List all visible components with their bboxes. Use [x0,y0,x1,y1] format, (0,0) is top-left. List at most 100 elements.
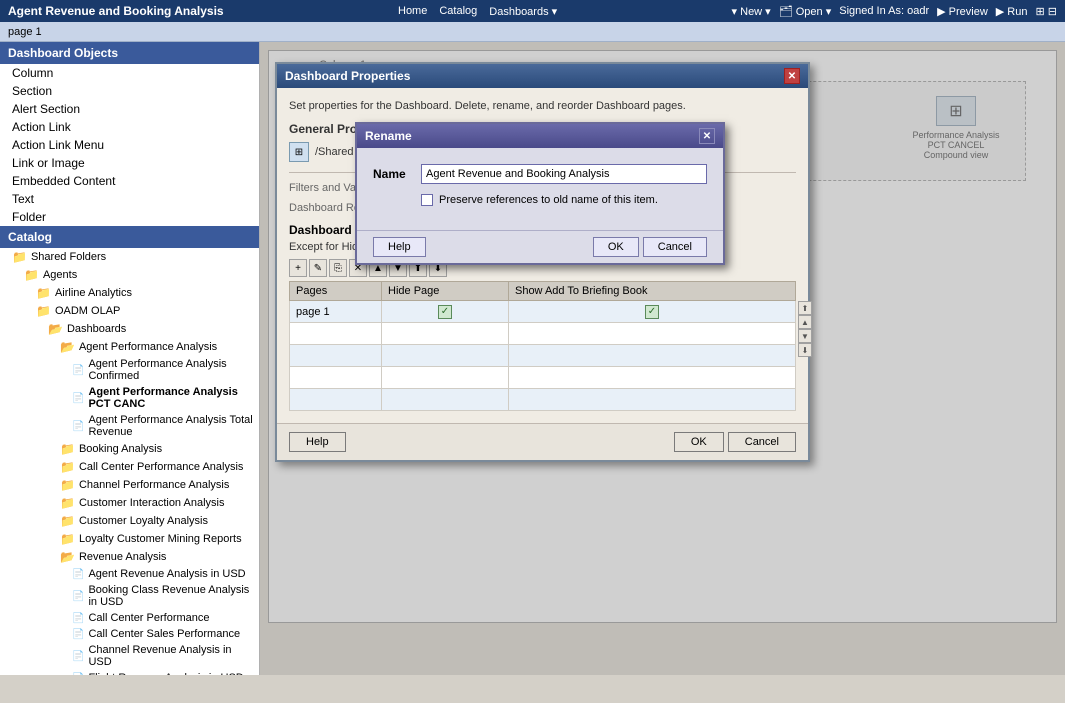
run-button[interactable]: ▶ Run [996,5,1028,18]
catalog-oadm-olap[interactable]: 📁OADM OLAP [32,302,259,320]
hide-page-cell2 [382,323,509,345]
preserve-label: Preserve references to old name of this … [439,194,658,206]
main-layout: Dashboard Objects Column Section Alert S… [0,42,1065,675]
pages-table: Pages Hide Page Show Add To Briefing Boo… [289,281,796,411]
name-row: Name [373,164,707,184]
catalog-customer-interaction[interactable]: 📁Customer Interaction Analysis [56,494,259,512]
briefing-cell[interactable]: ✓ [508,301,795,323]
catalog-call-center-sales[interactable]: 📄Call Center Sales Performance [68,626,259,642]
catalog-channel-perf[interactable]: 📁Channel Performance Analysis [56,476,259,494]
rename-btn-group: OK Cancel [593,237,707,257]
page-name-cell2 [290,323,382,345]
content-area: Column 1 Section 1 ⊞ Performance Analysi… [260,42,1065,675]
sidebar-item-text[interactable]: Text [0,190,259,208]
catalog-dashboards[interactable]: 📂Dashboards [44,320,259,338]
nav-catalog[interactable]: Catalog [439,5,477,17]
app-title: Agent Revenue and Booking Analysis [8,4,224,18]
catalog-shared-folders[interactable]: 📁Shared Folders [8,248,259,266]
pages-edit-btn[interactable]: ✎ [309,259,327,277]
name-input[interactable] [421,164,707,184]
hide-page-cell[interactable]: ✓ [382,301,509,323]
sidebar-item-section[interactable]: Section [0,82,259,100]
top-right-actions: ▾ New ▾ 🗂 Open ▾ Signed In As: oadr ▶ Pr… [732,5,1057,18]
path-icon: ⊞ [289,142,309,162]
top-nav: Home Catalog Dashboards ▾ [398,5,557,18]
dashboard-objects-header: Dashboard Objects [0,42,259,64]
rename-title-bar: Rename ✕ [357,124,723,148]
pages-col-header: Pages [290,282,382,301]
dashboard-properties-footer: Help OK Cancel [277,423,808,460]
catalog-header: Catalog [0,226,259,248]
dashboard-properties-desc: Set properties for the Dashboard. Delete… [289,100,796,112]
top-bar: Agent Revenue and Booking Analysis Home … [0,0,1065,22]
sidebar-item-action-link[interactable]: Action Link [0,118,259,136]
sidebar-item-alert-section[interactable]: Alert Section [0,100,259,118]
hide-page-cell3 [382,345,509,367]
scroll-arrows: ⬆ ▲ ▼ ⬇ [798,301,812,357]
scroll-down[interactable]: ▼ [798,329,812,343]
briefing-checkbox[interactable]: ✓ [645,305,659,319]
briefing-cell2 [508,323,795,345]
sidebar-item-embedded-content[interactable]: Embedded Content [0,172,259,190]
open-button[interactable]: 🗂 Open ▾ [779,5,832,18]
sidebar-item-action-link-menu[interactable]: Action Link Menu [0,136,259,154]
table-row [290,345,796,367]
catalog-agent-perf-pct-canc[interactable]: 📄Agent Performance Analysis PCT CANC [68,384,259,412]
properties-help-button[interactable]: Help [289,432,346,452]
rename-body: Name Preserve references to old name of … [357,148,723,230]
page-name-cell5 [290,389,382,411]
catalog-flight-rev-usd[interactable]: 📄Flight Revenue Analysis in USD [68,670,259,675]
catalog-channel-rev-usd[interactable]: 📄Channel Revenue Analysis in USD [68,642,259,670]
catalog-revenue-analysis[interactable]: 📂Revenue Analysis [56,548,259,566]
sidebar-item-link-or-image[interactable]: Link or Image [0,154,259,172]
catalog-booking-analysis[interactable]: 📁Booking Analysis [56,440,259,458]
rename-close-button[interactable]: ✕ [699,128,715,144]
sidebar-item-folder[interactable]: Folder [0,208,259,226]
nav-home[interactable]: Home [398,5,427,17]
properties-cancel-button[interactable]: Cancel [728,432,796,452]
catalog-airline-analytics[interactable]: 📁Airline Analytics [32,284,259,302]
scroll-down-bottom[interactable]: ⬇ [798,343,812,357]
briefing-cell3 [508,345,795,367]
hide-checkbox[interactable]: ✓ [438,305,452,319]
rename-help-button[interactable]: Help [373,237,426,257]
catalog-call-center-perf2[interactable]: 📄Call Center Performance [68,610,259,626]
rename-footer: Help OK Cancel [357,230,723,263]
preview-button[interactable]: ▶ Preview [937,5,988,18]
briefing-cell5 [508,389,795,411]
sidebar-item-column[interactable]: Column [0,64,259,82]
rename-ok-button[interactable]: OK [593,237,639,257]
page-name-cell: page 1 [290,301,382,323]
scroll-up[interactable]: ▲ [798,315,812,329]
name-label: Name [373,167,413,181]
rename-cancel-button[interactable]: Cancel [643,237,707,257]
scroll-up-top[interactable]: ⬆ [798,301,812,315]
new-button[interactable]: ▾ New ▾ [732,5,771,18]
catalog-agent-perf[interactable]: 📂Agent Performance Analysis [56,338,259,356]
briefing-col-header: Show Add To Briefing Book [508,282,795,301]
sidebar: Dashboard Objects Column Section Alert S… [0,42,260,675]
pages-copy-btn[interactable]: ⎘ [329,259,347,277]
catalog-agents[interactable]: 📁Agents [20,266,259,284]
hide-page-col-header: Hide Page [382,282,509,301]
catalog-call-center-perf[interactable]: 📁Call Center Performance Analysis [56,458,259,476]
signed-in-label: Signed In As: oadr [839,5,929,17]
catalog-customer-loyalty[interactable]: 📁Customer Loyalty Analysis [56,512,259,530]
rename-dialog: Rename ✕ Name Preserve references to old… [355,122,725,265]
catalog-agent-rev-usd[interactable]: 📄Agent Revenue Analysis in USD [68,566,259,582]
dashboard-properties-close[interactable]: ✕ [784,68,800,84]
catalog-agent-perf-total-rev[interactable]: 📄Agent Performance Analysis Total Revenu… [68,412,259,440]
hide-page-cell4 [382,367,509,389]
nav-dashboards[interactable]: Dashboards ▾ [489,5,557,18]
hide-page-cell5 [382,389,509,411]
catalog-agent-perf-confirmed[interactable]: 📄Agent Performance Analysis Confirmed [68,356,259,384]
preserve-checkbox[interactable] [421,194,433,206]
table-row: page 1 ✓ ✓ [290,301,796,323]
catalog-loyalty-mining[interactable]: 📁Loyalty Customer Mining Reports [56,530,259,548]
table-row [290,323,796,345]
briefing-cell4 [508,367,795,389]
page-name-cell3 [290,345,382,367]
pages-add-btn[interactable]: + [289,259,307,277]
catalog-booking-class-rev[interactable]: 📄Booking Class Revenue Analysis in USD [68,582,259,610]
properties-ok-button[interactable]: OK [674,432,724,452]
